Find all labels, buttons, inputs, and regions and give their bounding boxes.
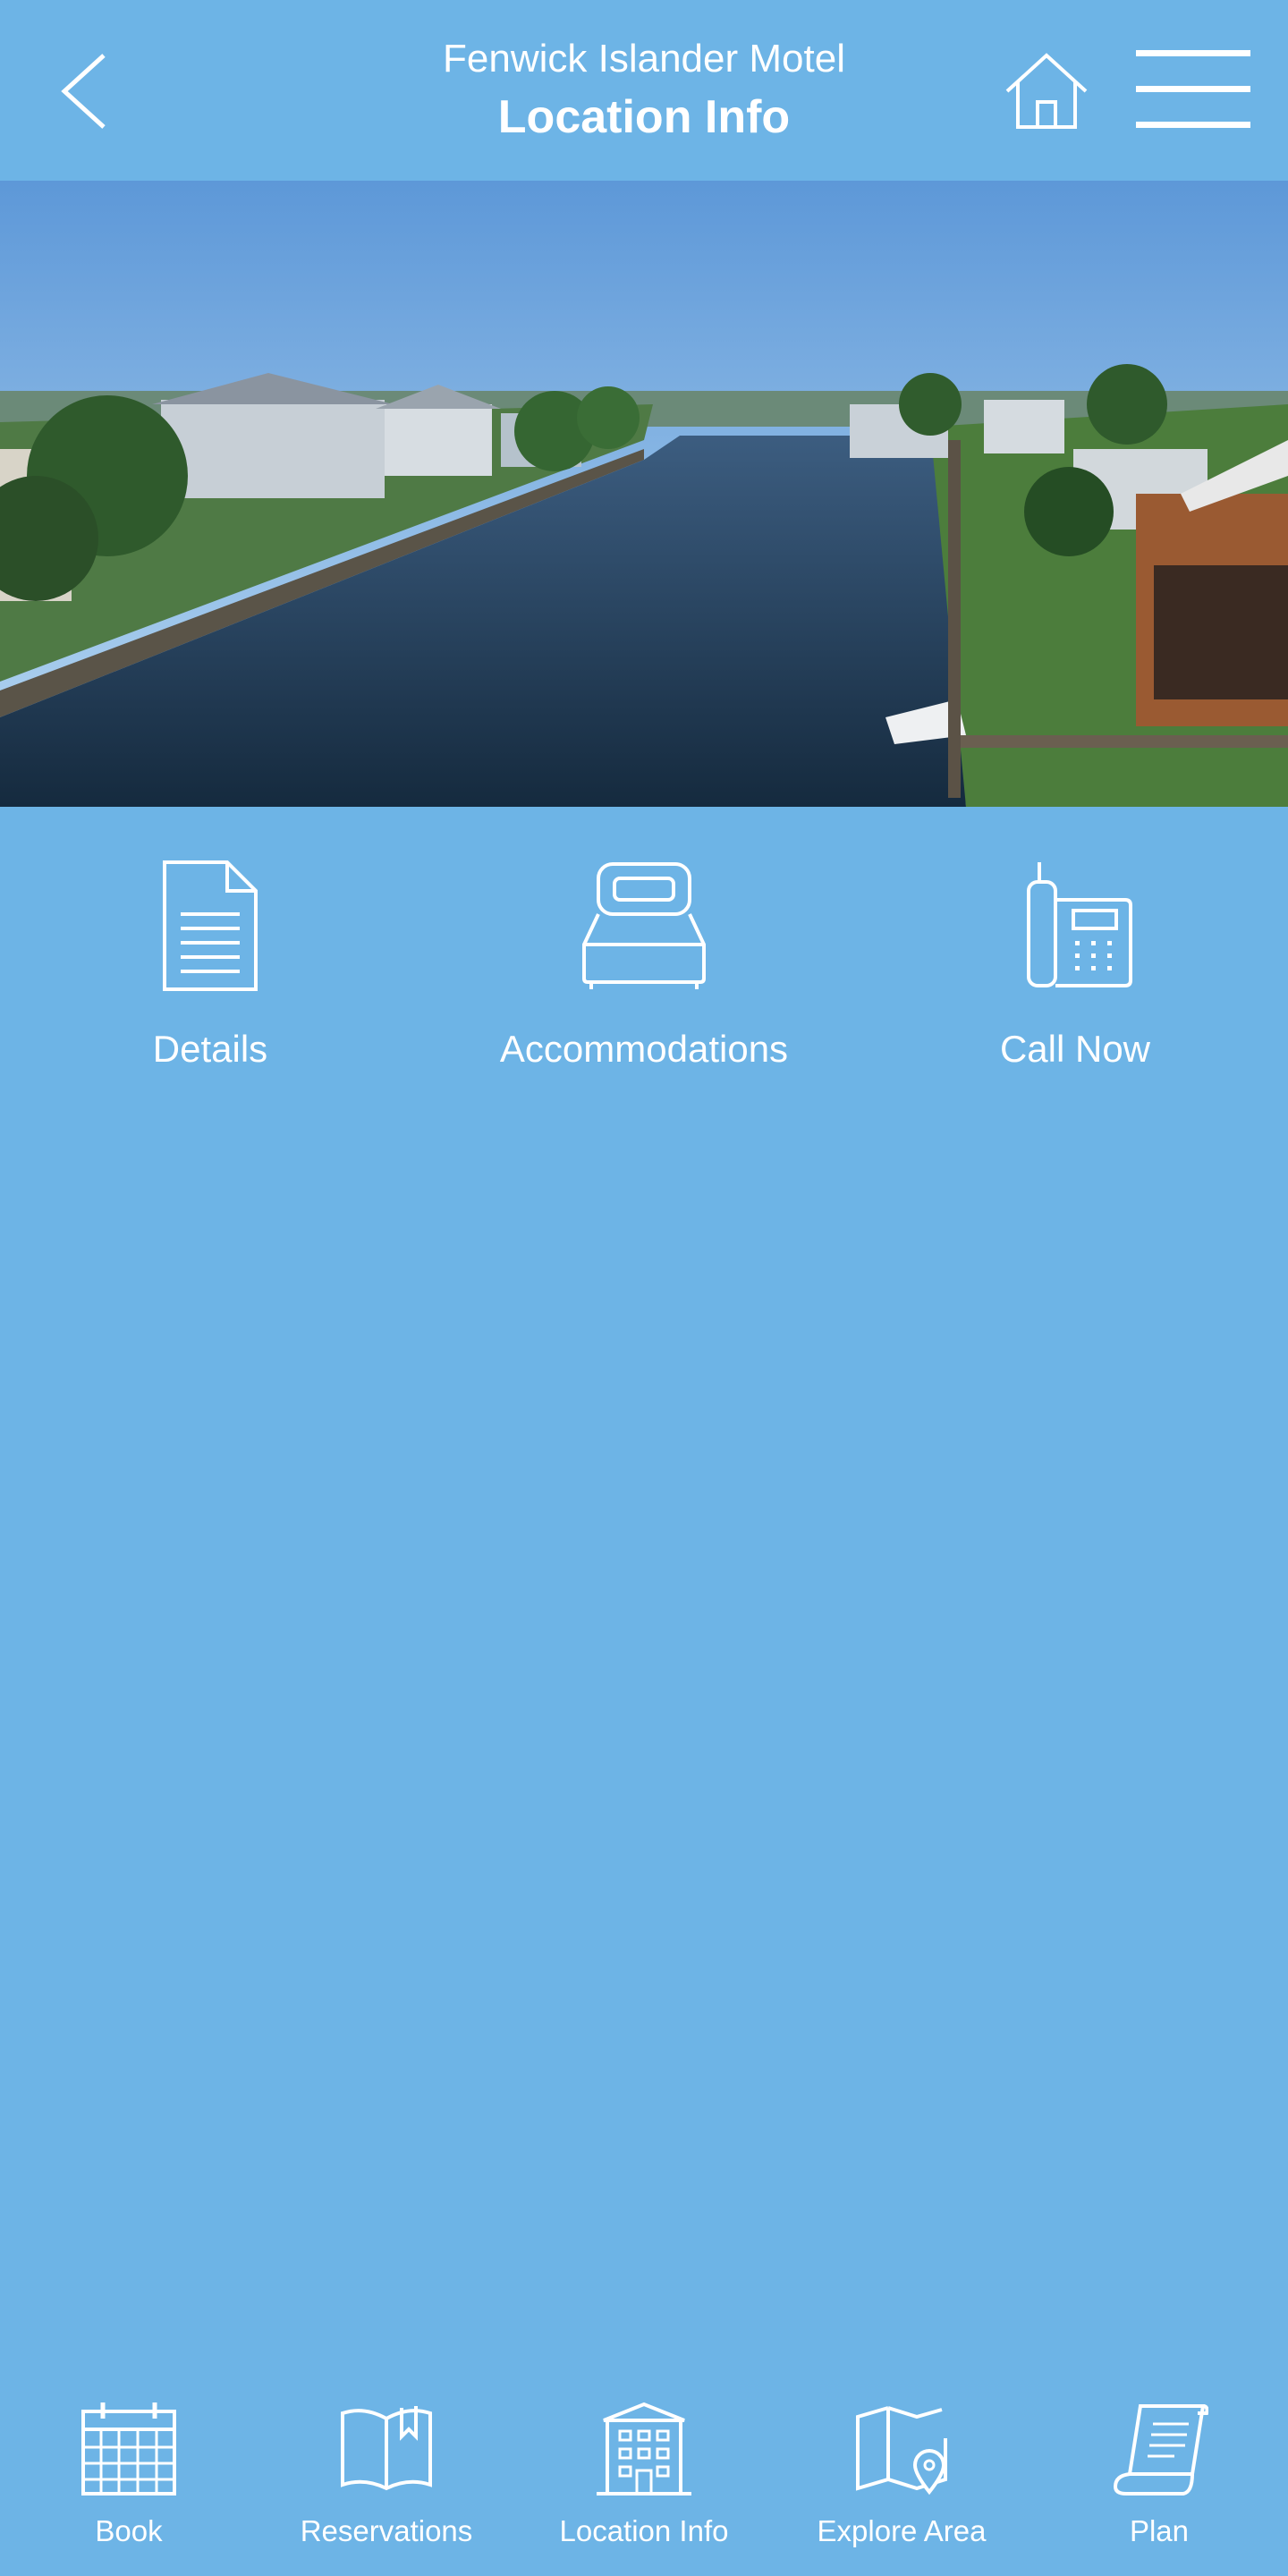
call-now-button[interactable]: Call Now xyxy=(878,859,1272,1091)
header-titles: Fenwick Islander Motel Location Info xyxy=(322,32,966,148)
hamburger-menu-icon xyxy=(1136,50,1250,128)
bottom-tab-bar: Book Reservations Location Info Explore … xyxy=(0,2379,1288,2576)
tab-location-info[interactable]: Location Info xyxy=(515,2379,773,2576)
hero-image xyxy=(0,181,1288,807)
menu-button[interactable] xyxy=(1132,45,1254,134)
phone-icon xyxy=(1027,862,1132,987)
document-icon xyxy=(163,860,258,991)
tab-explore-area[interactable]: Explore Area xyxy=(773,2379,1030,2576)
details-button[interactable]: Details xyxy=(13,859,407,1091)
building-icon xyxy=(597,2402,691,2496)
tab-location-info-label: Location Info xyxy=(559,2514,729,2547)
map-pin-icon xyxy=(856,2406,947,2496)
accommodations-button[interactable]: Accommodations xyxy=(447,859,841,1091)
header-bar: Fenwick Islander Motel Location Info xyxy=(0,0,1288,181)
tab-plan-label: Plan xyxy=(1129,2514,1190,2547)
home-button[interactable] xyxy=(1000,47,1093,140)
canal-photo xyxy=(0,181,1288,807)
accommodations-label: Accommodations xyxy=(499,1028,789,1070)
home-icon xyxy=(1005,53,1088,129)
call-now-label: Call Now xyxy=(999,1028,1151,1070)
back-button[interactable] xyxy=(39,39,129,138)
calendar-icon xyxy=(81,2402,176,2496)
tab-book[interactable]: Book xyxy=(0,2379,258,2576)
details-label: Details xyxy=(152,1028,268,1070)
bed-icon xyxy=(582,862,706,989)
location-actions: Details Accommodations Call Now xyxy=(0,859,1288,1100)
app-subtitle: Fenwick Islander Motel xyxy=(443,37,845,80)
tab-reservations-label: Reservations xyxy=(300,2514,473,2547)
tab-reservations[interactable]: Reservations xyxy=(258,2379,515,2576)
open-book-icon xyxy=(341,2406,432,2491)
chevron-left-icon xyxy=(61,54,106,129)
scroll-icon xyxy=(1113,2404,1208,2496)
tab-plan[interactable]: Plan xyxy=(1030,2379,1288,2576)
page-title: Location Info xyxy=(497,91,791,143)
tab-explore-area-label: Explore Area xyxy=(817,2514,987,2547)
tab-book-label: Book xyxy=(95,2514,163,2547)
